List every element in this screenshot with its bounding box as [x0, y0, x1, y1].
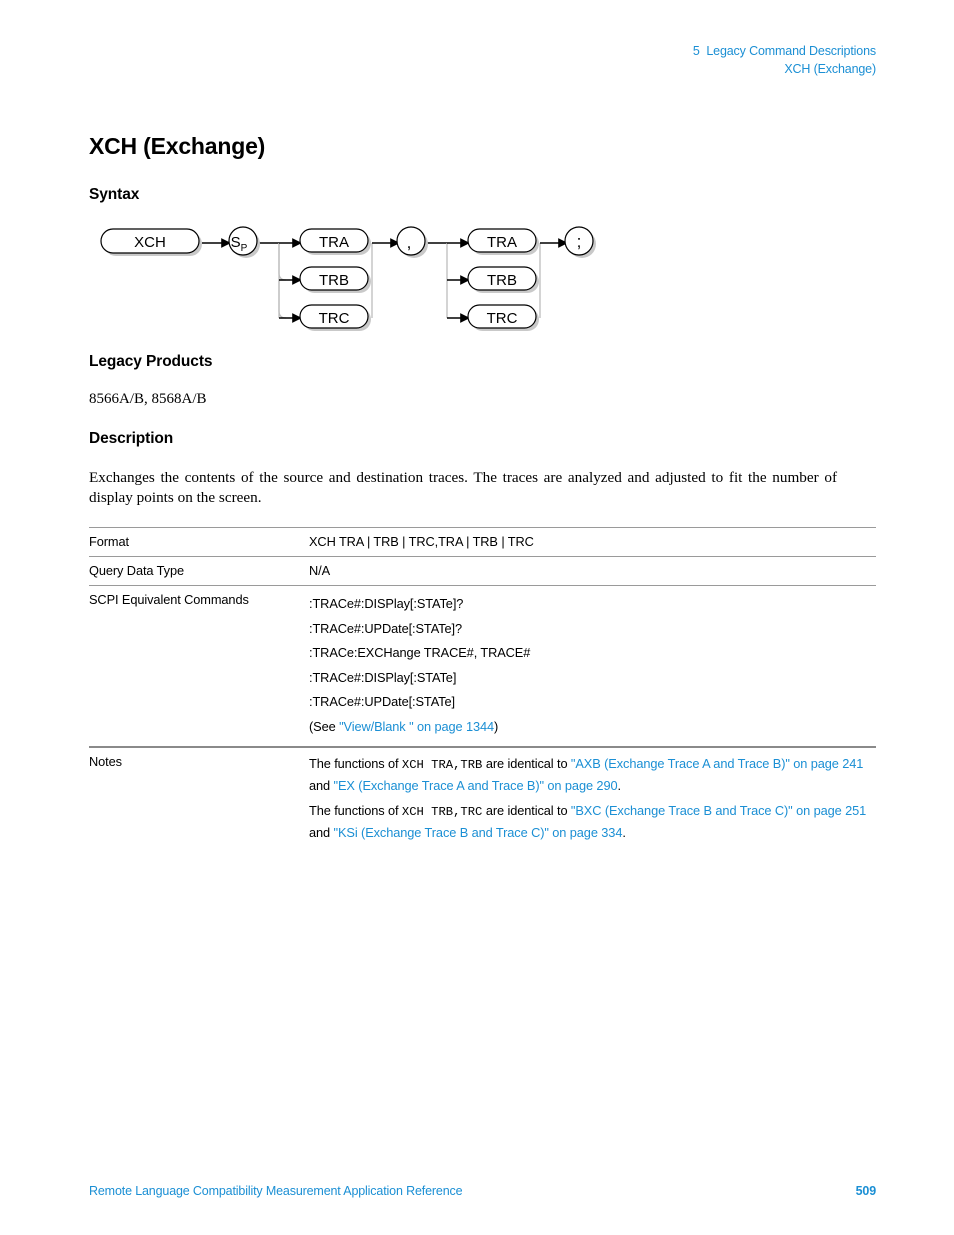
- see-suffix: ): [494, 718, 499, 734]
- notes-paragraph-1: The functions of XCH TRA,TRB are identic…: [309, 754, 876, 795]
- notes1-text-middle: are identical to: [482, 756, 571, 771]
- running-header-topic: XCH (Exchange): [784, 62, 876, 76]
- document-page: 5 Legacy Command Descriptions XCH (Excha…: [0, 0, 954, 1235]
- diagram-node-second-trb: TRB: [487, 272, 517, 289]
- scpi-command-line: :TRACe:EXCHange TRACE#, TRACE#: [309, 645, 531, 660]
- row-value-format: XCH TRA | TRB | TRC,TRA | TRB | TRC: [307, 527, 876, 557]
- see-prefix: (See: [309, 718, 340, 734]
- scpi-command-line: :TRACe#:UPDate[:STATe]?: [309, 620, 462, 636]
- diagram-node-second-trc: TRC: [487, 310, 518, 327]
- page-title: XCH (Exchange): [89, 133, 266, 159]
- notes1-and: and: [309, 777, 334, 793]
- footer-title: Remote Language Compatibility Measuremen…: [89, 1184, 463, 1198]
- notes2-text-before: The functions of: [309, 803, 402, 818]
- notes2-text-end: .: [622, 824, 626, 840]
- scpi-command-line: :TRACe#:DISPlay[:STATe]: [309, 669, 457, 685]
- legacy-products-value: 8566A/B, 8568A/B: [89, 391, 207, 407]
- link-ksi-exchange-trace-b-and-c[interactable]: "KSi (Exchange Trace B and Trace C)" on …: [334, 825, 623, 840]
- row-label-query-data-type: Query Data Type: [89, 556, 307, 586]
- running-header: 5 Legacy Command Descriptions XCH (Excha…: [693, 42, 876, 78]
- notes2-text-middle: are identical to: [482, 803, 571, 818]
- table-row-query-data-type: Query Data Type N/A: [89, 556, 876, 586]
- scpi-command-line: :TRACe#:UPDate[:STATe]: [309, 694, 455, 709]
- link-view-blank[interactable]: "View/Blank " on page 1344: [339, 719, 494, 734]
- row-value-notes: The functions of XCH TRA,TRB are identic…: [307, 746, 876, 849]
- row-label-scpi: SCPI Equivalent Commands: [89, 585, 307, 747]
- table-row-notes: Notes The functions of XCH TRA,TRB are i…: [89, 746, 876, 849]
- notes1-text-end: .: [617, 777, 621, 793]
- syntax-railroad-diagram: XCH TRA TRB TRC TRA TRB TRC , ; SP: [89, 219, 629, 337]
- section-heading-description: Description: [89, 430, 174, 447]
- specification-table: Format XCH TRA | TRB | TRC,TRA | TRB | T…: [89, 527, 876, 849]
- diagram-node-separator: ,: [407, 233, 412, 252]
- row-label-notes: Notes: [89, 746, 307, 849]
- section-heading-syntax: Syntax: [89, 186, 140, 203]
- link-ex-exchange-trace-a-and-b[interactable]: "EX (Exchange Trace A and Trace B)" on p…: [334, 778, 618, 793]
- link-bxc-exchange-trace-b-and-c[interactable]: "BXC (Exchange Trace B and Trace C)" on …: [571, 803, 866, 818]
- row-label-format: Format: [89, 527, 307, 557]
- scpi-command-line: :TRACe#:DISPlay[:STATe]?: [309, 596, 464, 611]
- footer-page-number: 509: [855, 1184, 877, 1198]
- diagram-node-first-tra: TRA: [319, 234, 349, 251]
- page-footer: Remote Language Compatibility Measuremen…: [89, 1184, 876, 1198]
- diagram-node-command: XCH: [134, 234, 166, 251]
- diagram-node-first-trb: TRB: [319, 272, 349, 289]
- diagram-node-terminator: ;: [577, 232, 582, 251]
- row-value-query-data-type: N/A: [307, 556, 876, 586]
- scpi-see-reference: (See "View/Blank " on page 1344): [309, 715, 876, 740]
- table-row-scpi-equivalent-commands: SCPI Equivalent Commands :TRACe#:DISPlay…: [89, 585, 876, 747]
- diagram-node-first-trc: TRC: [319, 310, 350, 327]
- section-heading-legacy-products: Legacy Products: [89, 353, 213, 370]
- notes2-and: and: [309, 824, 334, 840]
- row-value-scpi: :TRACe#:DISPlay[:STATe]? :TRACe#:UPDate[…: [307, 585, 876, 747]
- description-paragraph: Exchanges the contents of the source and…: [89, 469, 837, 506]
- diagram-node-second-tra: TRA: [487, 234, 517, 251]
- table-row-format: Format XCH TRA | TRB | TRC,TRA | TRB | T…: [89, 527, 876, 557]
- notes1-command: XCH TRA,TRB: [401, 758, 483, 772]
- notes-paragraph-2: The functions of XCH TRB,TRC are identic…: [309, 801, 876, 842]
- running-header-chapter: 5 Legacy Command Descriptions: [692, 44, 876, 58]
- notes2-command: XCH TRB,TRC: [401, 805, 483, 819]
- link-axb-exchange-trace-a-and-b[interactable]: "AXB (Exchange Trace A and Trace B)" on …: [571, 756, 864, 771]
- notes1-text-before: The functions of: [309, 756, 402, 771]
